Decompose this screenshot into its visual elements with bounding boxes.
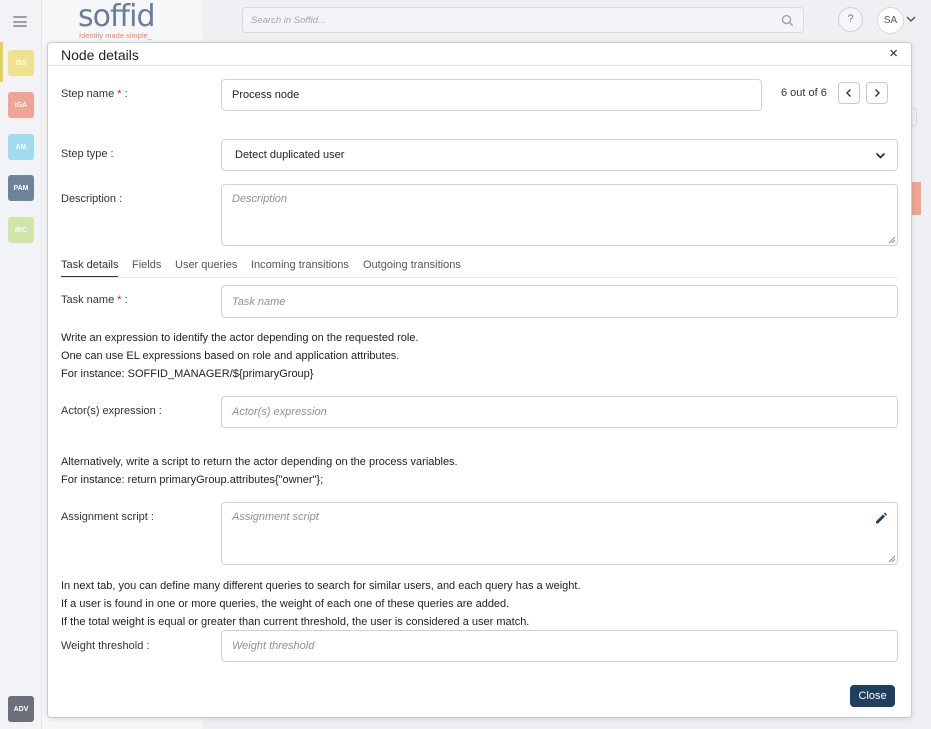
rail-item-iss[interactable]: ISS: [8, 50, 34, 76]
next-node-button[interactable]: [866, 82, 888, 104]
task-name-label: Task name * :: [61, 294, 128, 306]
hamburger-menu-icon[interactable]: [13, 16, 27, 27]
chevron-left-icon: [846, 89, 851, 97]
weight-threshold-label: Weight threshold :: [61, 640, 150, 652]
step-name-field[interactable]: Process node: [221, 79, 762, 111]
help-button[interactable]: ?: [838, 7, 863, 32]
weight-help-text: In next tab, you can define many differe…: [61, 580, 581, 628]
step-type-label: Step type :: [61, 148, 114, 160]
description-label: Description :: [61, 193, 123, 205]
chevron-down-icon[interactable]: [906, 14, 916, 24]
node-counter: 6 out of 6: [781, 87, 827, 99]
assignment-script-textarea[interactable]: Assignment script: [221, 502, 898, 565]
tab-bar: Task details Fields User queries Incomin…: [61, 259, 898, 278]
resize-handle-icon[interactable]: [888, 236, 896, 244]
weight-threshold-field[interactable]: Weight threshold: [221, 630, 898, 662]
tab-fields[interactable]: Fields: [132, 259, 161, 277]
user-avatar[interactable]: SA: [877, 7, 904, 34]
dialog-title: Node details: [61, 47, 139, 63]
tab-task-details[interactable]: Task details: [61, 259, 119, 277]
side-rail: ISS IGA AM PAM IRC ADV: [0, 0, 42, 729]
weight-threshold-placeholder: Weight threshold: [232, 640, 315, 652]
actor-expression-field[interactable]: Actor(s) expression: [221, 396, 898, 428]
chevron-down-icon: [875, 152, 886, 159]
script-help-text: Alternatively, write a script to return …: [61, 456, 458, 486]
rail-item-irc[interactable]: IRC: [8, 217, 34, 243]
rail-item-am[interactable]: AM: [8, 134, 34, 160]
global-search-input[interactable]: Search in Soffid...: [242, 7, 804, 33]
task-name-field[interactable]: Task name: [221, 285, 898, 318]
tab-user-queries[interactable]: User queries: [175, 259, 237, 277]
search-icon[interactable]: [781, 14, 794, 27]
description-placeholder: Description: [232, 193, 288, 205]
node-details-dialog: Node details × Step name * : Process nod…: [47, 42, 912, 718]
chevron-right-icon: [875, 89, 880, 97]
tab-incoming-transitions[interactable]: Incoming transitions: [251, 259, 349, 277]
actor-expression-placeholder: Actor(s) expression: [232, 406, 327, 418]
description-textarea[interactable]: Description: [221, 184, 898, 246]
resize-handle-icon[interactable]: [888, 555, 896, 563]
task-name-placeholder: Task name: [232, 296, 286, 308]
pencil-icon[interactable]: [874, 511, 888, 525]
background-badge: [912, 182, 921, 215]
assignment-script-placeholder: Assignment script: [232, 511, 319, 523]
close-icon[interactable]: ×: [889, 46, 898, 62]
search-placeholder: Search in Soffid...: [251, 15, 326, 26]
dialog-header: Node details ×: [48, 43, 911, 66]
assignment-script-label: Assignment script :: [61, 511, 154, 523]
soffid-logo[interactable]: soffid: [78, 0, 155, 34]
close-button[interactable]: Close: [850, 685, 895, 707]
rail-item-adv[interactable]: ADV: [8, 696, 34, 722]
actor-help-text: Write an expression to identify the acto…: [61, 332, 419, 380]
step-type-value: Detect duplicated user: [235, 149, 345, 161]
previous-node-button[interactable]: [838, 82, 860, 104]
step-name-value: Process node: [232, 89, 300, 101]
tab-outgoing-transitions[interactable]: Outgoing transitions: [363, 259, 461, 277]
background-control: [912, 108, 917, 126]
step-name-label: Step name * :: [61, 88, 128, 100]
logo-tagline: Identity made simple_: [79, 31, 152, 40]
step-type-select[interactable]: Detect duplicated user: [221, 139, 898, 171]
rail-item-pam[interactable]: PAM: [8, 175, 34, 201]
rail-item-iga[interactable]: IGA: [8, 92, 34, 118]
rail-selection-marker: [0, 42, 3, 82]
actor-expression-label: Actor(s) expression :: [61, 405, 162, 417]
